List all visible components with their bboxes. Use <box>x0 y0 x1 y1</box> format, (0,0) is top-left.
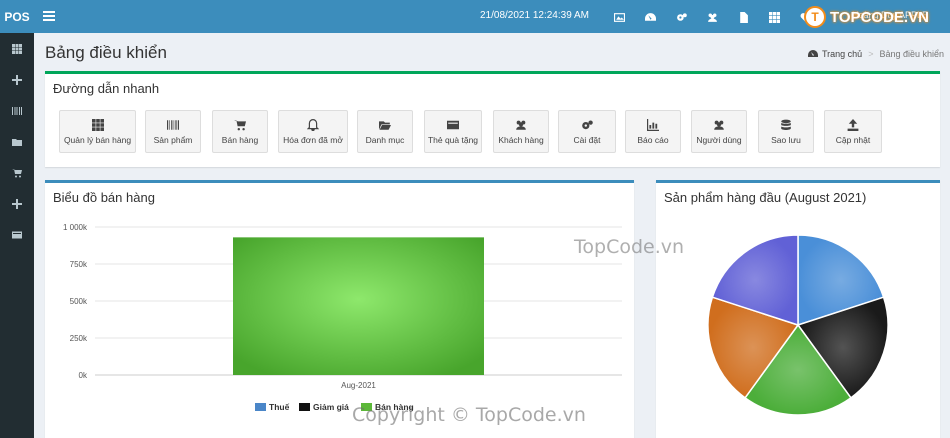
dashboard-icon[interactable] <box>635 7 666 27</box>
topcode-watermark-logo: T TOPCODE.VN <box>804 6 929 28</box>
quick-link-label: Quản lý bán hàng <box>63 134 132 145</box>
quick-link-label: Cài đặt <box>573 134 601 145</box>
quick-link-settings[interactable]: Cài đặt <box>558 110 616 153</box>
plus-icon <box>12 74 22 85</box>
quick-link-open-bills[interactable]: Hóa đơn đã mở <box>278 110 348 153</box>
breadcrumb: Trang chủ > Bảng điều khiển <box>808 49 944 59</box>
quick-link-sales[interactable]: Bán hàng <box>212 110 268 153</box>
legend-swatch <box>299 403 310 411</box>
quick-link-label: Sao lưu <box>771 134 801 145</box>
bar-chart-icon <box>647 118 659 131</box>
quick-link-customers[interactable]: Khách hàng <box>493 110 549 153</box>
sidebar-item-categories[interactable] <box>0 126 34 157</box>
sidebar-item-sales[interactable] <box>0 157 34 188</box>
sidebar-item-new[interactable] <box>0 188 34 219</box>
barcode-icon <box>167 119 179 130</box>
sidebar-item-add[interactable] <box>0 64 34 95</box>
quick-link-update[interactable]: Cập nhật <box>824 110 882 153</box>
sidebar-item-dashboard[interactable] <box>0 33 34 64</box>
cart-icon <box>12 168 22 177</box>
dashboard-icon <box>808 50 818 57</box>
watermark-copyright: Copyright © TopCode.vn <box>352 404 586 426</box>
quick-link-label: Sản phẩm <box>153 134 193 145</box>
y-tick-label: 250k <box>70 334 88 343</box>
legend-swatch <box>255 403 266 411</box>
bar-Bán hàng[interactable] <box>233 237 484 375</box>
cart-icon <box>234 119 246 130</box>
quick-links-box: Đường dẫn nhanh Quản lý bán hàng Sản phẩ… <box>45 71 940 167</box>
breadcrumb-home[interactable]: Trang chủ <box>822 49 862 59</box>
file-icon[interactable] <box>728 7 759 27</box>
legend-label[interactable]: Giảm giá <box>313 402 349 412</box>
watermark-center-text: TopCode.vn <box>574 236 685 258</box>
watermark-logo-text: TOPCODE.VN <box>830 8 929 26</box>
users-icon[interactable] <box>697 7 728 27</box>
legend-label[interactable]: Thuế <box>269 402 290 412</box>
quick-link-label: Thẻ quà tặng <box>427 134 479 145</box>
y-tick-label: 500k <box>70 297 88 306</box>
breadcrumb-current: Bảng điều khiển <box>879 49 945 59</box>
sales-chart-title: Biểu đồ bán hàng <box>53 190 155 205</box>
credit-card-icon <box>447 120 459 129</box>
quick-link-sales-management[interactable]: Quản lý bán hàng <box>59 110 136 153</box>
quick-link-reports[interactable]: Báo cáo <box>625 110 681 153</box>
image-icon[interactable] <box>604 7 635 27</box>
quick-link-label: Khách hàng <box>498 134 544 145</box>
page-title: Bảng điều khiển <box>45 43 167 62</box>
menu-toggle-icon[interactable] <box>43 9 55 23</box>
quick-link-backup[interactable]: Sao lưu <box>758 110 814 153</box>
quick-link-label: Danh mục <box>365 134 405 145</box>
grid-icon <box>12 43 22 54</box>
top-products-box: Sản phẩm hàng đầu (August 2021) <box>656 180 940 438</box>
y-tick-label: 750k <box>70 260 88 269</box>
x-tick-label: Aug-2021 <box>341 381 376 390</box>
cogs-icon[interactable] <box>666 7 697 27</box>
quick-link-users[interactable]: Người dùng <box>691 110 747 153</box>
quick-link-label: Cập nhật <box>835 134 871 145</box>
sales-chart-box: Biểu đồ bán hàng 0k 250k 500k 750k 1 000k Aug… <box>45 180 634 438</box>
barcode-icon <box>12 106 22 115</box>
header-datetime: 21/08/2021 12:24:39 AM <box>480 10 589 21</box>
plus-icon <box>12 198 22 209</box>
quick-link-label: Hóa đơn đã mở <box>283 134 343 145</box>
grid-icon[interactable] <box>759 7 790 27</box>
quick-links-title: Đường dẫn nhanh <box>53 81 160 96</box>
folder-open-icon <box>379 120 391 130</box>
quick-link-label: Bán hàng <box>221 134 259 145</box>
users-icon <box>516 120 526 130</box>
breadcrumb-separator: > <box>868 49 874 59</box>
upload-icon <box>847 118 859 131</box>
quick-link-label: Báo cáo <box>637 134 669 145</box>
credit-card-icon <box>12 231 22 238</box>
sidebar-item-gift-cards[interactable] <box>0 219 34 250</box>
sidebar-item-products[interactable] <box>0 95 34 126</box>
quick-link-products[interactable]: Sản phẩm <box>145 110 201 153</box>
quick-link-categories[interactable]: Danh mục <box>357 110 413 153</box>
watermark-badge: T <box>804 6 826 28</box>
quick-link-gift-cards[interactable]: Thẻ quà tặng <box>424 110 482 153</box>
y-tick-label: 1 000k <box>63 223 88 232</box>
grid-icon <box>91 118 104 131</box>
top-products-title: Sản phẩm hàng đầu (August 2021) <box>664 190 867 205</box>
users-icon <box>714 120 724 130</box>
quick-link-label: Người dùng <box>696 134 742 145</box>
database-icon <box>781 119 791 130</box>
cogs-icon <box>582 119 593 129</box>
header-icon-bar <box>604 7 821 27</box>
bell-icon <box>307 118 319 131</box>
top-products-pie-chart <box>707 234 889 416</box>
app-logo[interactable]: POS <box>0 0 34 33</box>
y-tick-label: 0k <box>79 371 88 380</box>
sidebar <box>0 33 34 438</box>
folder-icon <box>12 138 22 146</box>
